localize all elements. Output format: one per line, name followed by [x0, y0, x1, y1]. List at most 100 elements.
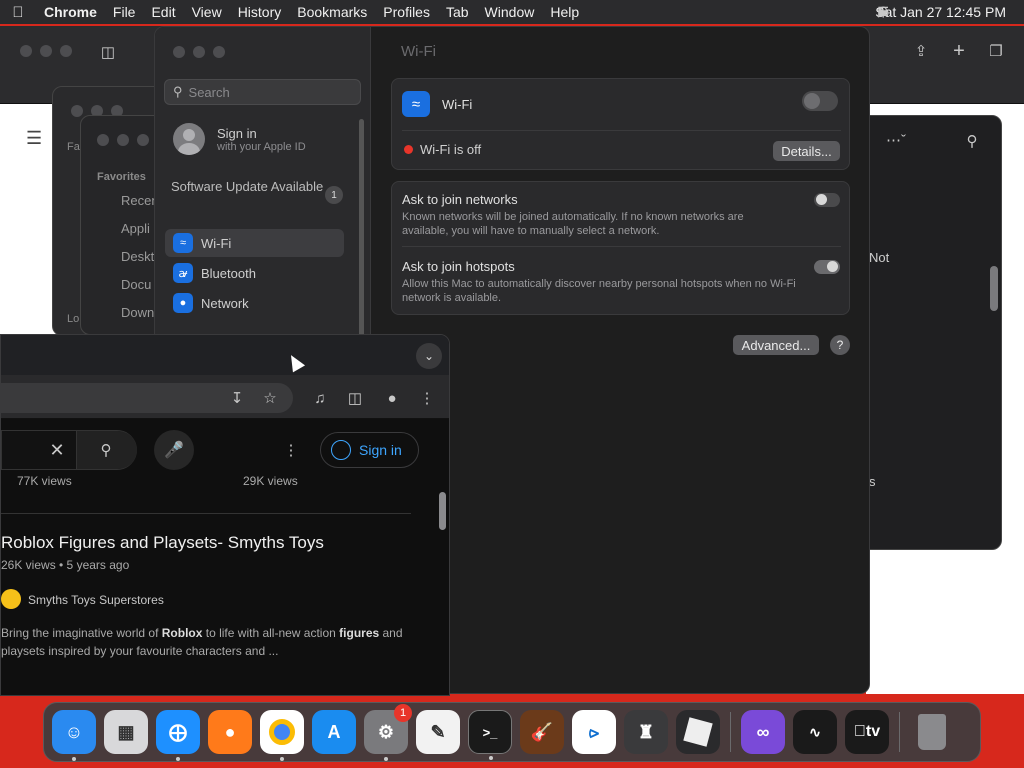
menu-profiles[interactable]: Profiles [375, 4, 438, 20]
youtube-scrollbar[interactable] [439, 492, 446, 530]
settings-search-input[interactable]: ⚲ Search [164, 79, 361, 105]
bartender-icon[interactable]: ♜ [624, 710, 668, 754]
help-button[interactable]: ? [830, 335, 850, 355]
control-center-icon[interactable]: ☰ [875, 4, 891, 19]
clear-search-icon[interactable]: ✕ [46, 439, 68, 461]
media-control-icon[interactable]: ♫ [310, 388, 330, 408]
software-update-badge: 1 [325, 186, 343, 204]
youtube-search-button[interactable]: ⚲ [77, 431, 137, 469]
textedit-icon[interactable]: ✎ [416, 710, 460, 754]
vscode-icon[interactable]: ⪧ [572, 710, 616, 754]
finder-item-recents[interactable]: Recen [121, 193, 159, 208]
running-indicator [384, 757, 388, 761]
desc-highlight: figures [339, 626, 380, 640]
finder-favorites-label: Favorites [97, 171, 146, 183]
chrome-icon[interactable] [260, 710, 304, 761]
tv-label: tv [859, 723, 880, 740]
share-icon[interactable]: ⇪ [910, 40, 932, 62]
ask-hotspots-toggle[interactable] [814, 260, 840, 274]
bookmark-star-icon[interactable]: ☆ [260, 388, 280, 408]
sidebar-item-network[interactable]: ● Network [165, 289, 344, 317]
settings-traffic-lights[interactable] [173, 46, 225, 58]
menu-tab[interactable]: Tab [438, 4, 477, 20]
side-panel-icon[interactable]: ◫ [345, 388, 365, 408]
voice-search-icon[interactable]: 🎤 [154, 430, 194, 470]
finder-item-downloads[interactable]: Down [121, 305, 154, 320]
youtube-signin-label: Sign in [359, 442, 402, 458]
sidebar-toggle-icon[interactable]: ◫ [98, 44, 118, 61]
menu-window[interactable]: Window [477, 4, 543, 20]
bluetooth-icon: ꜻ [173, 263, 193, 283]
video-title[interactable]: Roblox Figures and Playsets- Smyths Toys [1, 533, 324, 553]
sidebar-item-label: Wi-Fi [201, 235, 232, 251]
wifi-toggle[interactable] [802, 91, 838, 111]
app-store-icon[interactable]: A [312, 710, 356, 754]
menu-bookmarks[interactable]: Bookmarks [289, 4, 375, 20]
activity-monitor-icon[interactable]: ∿ [793, 710, 837, 754]
terminal-icon[interactable]: >_ [468, 710, 512, 760]
running-indicator [176, 757, 180, 761]
software-update-item[interactable]: Software Update Available 1 [171, 179, 343, 204]
ask-hotspots-title: Ask to join hotspots [402, 259, 515, 274]
more-options-icon[interactable]: ⋮ [281, 439, 301, 461]
advanced-button[interactable]: Advanced... [733, 335, 819, 355]
roblox-icon[interactable] [676, 710, 720, 754]
search-icon[interactable]: ⚲ [961, 130, 983, 152]
address-bar[interactable]: ↧ ☆ [1, 383, 293, 413]
right-window-scrollbar[interactable] [990, 266, 998, 311]
menu-history[interactable]: History [230, 4, 290, 20]
finder-icon[interactable]: ☺ [52, 710, 96, 761]
safari-traffic-lights[interactable] [20, 45, 72, 57]
youtube-search-box[interactable]: ✕ ⚲ [1, 430, 137, 470]
apple-menu-icon[interactable]:  [0, 4, 36, 21]
ask-networks-title: Ask to join networks [402, 192, 518, 207]
system-settings-icon[interactable]: ⚙ 1 [364, 704, 412, 761]
chrome-menu-icon[interactable]: ⋮ [417, 387, 437, 409]
menu-edit[interactable]: Edit [143, 4, 183, 20]
new-tab-icon[interactable]: + [948, 40, 970, 62]
running-indicator [72, 757, 76, 761]
sidebar-item-bluetooth[interactable]: ꜻ Bluetooth [165, 259, 344, 287]
apple-tv-icon[interactable]: tv [845, 710, 889, 754]
launchpad-icon[interactable]: ▦ [104, 710, 148, 754]
chrome-window: ⌄ ↧ ☆ ♫ ◫ ● ⋮ ✕ ⚲ 🎤 ⋮ Sign in 77K views … [0, 334, 450, 696]
menu-view[interactable]: View [184, 4, 230, 20]
install-app-icon[interactable]: ↧ [227, 388, 247, 408]
menu-file[interactable]: File [105, 4, 144, 20]
finder-item-desktop[interactable]: Deskt [121, 249, 154, 264]
wifi-label: Wi-Fi [442, 97, 473, 112]
trash-icon[interactable] [910, 710, 954, 754]
menu-help[interactable]: Help [542, 4, 587, 20]
hamburger-menu-icon[interactable]: ☰ [26, 128, 46, 149]
more-options-icon[interactable]: ⋯ˇ [879, 130, 913, 150]
ask-networks-toggle[interactable] [814, 193, 840, 207]
settings-search-placeholder: Search [188, 84, 230, 100]
sidebar-item-wifi[interactable]: ≈ Wi-Fi [165, 229, 344, 257]
finder-item-documents[interactable]: Docu [121, 277, 151, 292]
running-indicator [489, 756, 493, 760]
menu-clock[interactable]: Sat Jan 27 12:45 PM [875, 4, 1006, 20]
sidebar-scrollbar[interactable] [359, 119, 364, 369]
apple-id-signin[interactable]: Sign in with your Apple ID [173, 123, 306, 155]
avatar [173, 123, 205, 155]
firefox-icon[interactable]: ● [208, 710, 252, 754]
sidebar-item-label: Bluetooth [201, 265, 256, 281]
divider [402, 246, 841, 247]
menu-app-name[interactable]: Chrome [36, 4, 105, 20]
youtube-signin-button[interactable]: Sign in [320, 432, 419, 468]
channel-name[interactable]: Smyths Toys Superstores [28, 593, 164, 607]
tab-overview-icon[interactable]: ❐ [985, 40, 1007, 62]
visual-studio-icon[interactable]: ∞ [741, 710, 785, 754]
desc-highlight: Roblox [161, 626, 203, 640]
wifi-icon: ≈ [173, 233, 193, 253]
profile-icon[interactable]: ● [381, 387, 403, 409]
safari-icon[interactable]: ⨁ [156, 710, 200, 761]
notification-badge: 1 [394, 704, 412, 722]
channel-avatar[interactable] [1, 589, 21, 609]
finder-item-applications[interactable]: Appli [121, 221, 150, 236]
tab-search-chevron-icon[interactable]: ⌄ [416, 343, 442, 369]
garageband-icon[interactable]: 🎸 [520, 710, 564, 754]
running-indicator [280, 757, 284, 761]
details-button[interactable]: Details... [773, 141, 840, 161]
finder2-traffic-lights[interactable] [97, 134, 149, 146]
